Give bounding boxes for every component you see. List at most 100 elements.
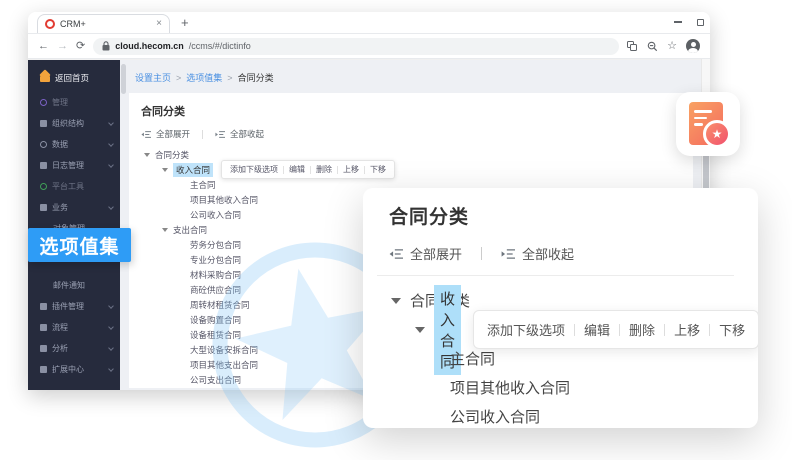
- sidebar-item-plugin-management[interactable]: 插件管理: [28, 296, 120, 317]
- tree-node[interactable]: 公司收入合同: [389, 402, 758, 428]
- tab-bar: CRM+ × +: [28, 12, 710, 34]
- sidebar-item-platform-tools[interactable]: 平台工具: [28, 176, 120, 197]
- sidebar-item-data[interactable]: 数据: [28, 134, 120, 155]
- tree-node-selected[interactable]: 收入合同 添加下级选项 编辑 删除 上移 下移: [141, 162, 681, 177]
- sidebar-item-label: 管理: [52, 97, 68, 108]
- sidebar-item-label: 数据: [52, 139, 68, 150]
- tree-node-label: 公司收入合同: [450, 406, 540, 427]
- profile-avatar[interactable]: [686, 39, 700, 53]
- tree-node-label: 项目其他收入合同: [450, 377, 570, 398]
- sidebar-item-label: 扩展中心: [52, 364, 84, 375]
- tree-toolbar: 全部展开 全部收起: [141, 128, 681, 140]
- tree-node-label: 设备购置合同: [190, 314, 241, 326]
- action-move-up[interactable]: 上移: [343, 164, 359, 175]
- tree-node-label: 设备租赁合同: [190, 329, 241, 341]
- node-action-menu: 添加下级选项 编辑 删除 上移 下移: [473, 310, 758, 349]
- chevron-down-icon: [108, 204, 114, 210]
- sidebar-item-business[interactable]: 业务: [28, 197, 120, 218]
- workflow-icon: [40, 324, 47, 331]
- business-icon: [40, 204, 47, 211]
- collapse-all-button[interactable]: 全部收起: [230, 128, 264, 140]
- chevron-down-icon: [108, 303, 114, 309]
- action-move-up[interactable]: 上移: [674, 320, 700, 339]
- action-delete[interactable]: 删除: [629, 320, 655, 339]
- action-divider: [283, 166, 284, 174]
- tree-node-label: 大型设备安拆合同: [190, 344, 258, 356]
- star-glyph: ★: [712, 128, 723, 140]
- sidebar-item-admin[interactable]: 管理: [28, 92, 120, 113]
- sidebar-item-mail-notification[interactable]: 邮件通知: [28, 275, 120, 296]
- sidebar-item-analysis[interactable]: 分析: [28, 338, 120, 359]
- tree-node-label: 专业分包合同: [190, 254, 241, 266]
- sidebar-item-workflow[interactable]: 流程: [28, 317, 120, 338]
- toolbar-divider: [202, 130, 203, 139]
- tab-close-icon[interactable]: ×: [156, 19, 162, 29]
- translate-icon[interactable]: [627, 41, 638, 52]
- panel-title: 合同分类: [389, 202, 758, 229]
- tree-node[interactable]: 项目其他收入合同: [389, 373, 758, 402]
- sidebar-item-label: 平台工具: [52, 181, 84, 192]
- dict-feature-badge: ★: [676, 92, 740, 156]
- caret-down-icon: [162, 228, 168, 232]
- panel-toolbar: 全部展开 全部收起: [389, 244, 758, 263]
- panel-tree: 合同分类 收入合同 添加下级选项 编辑 删除 上移 下移 主合同 项目其他收入合…: [389, 286, 758, 428]
- action-divider: [619, 324, 620, 336]
- sidebar-item-home[interactable]: 返回首页: [28, 65, 120, 90]
- chevron-down-icon: [108, 162, 114, 168]
- action-add-child[interactable]: 添加下级选项: [230, 164, 278, 175]
- url-field[interactable]: cloud.hecom.cn /ccms/#/dictinfo: [93, 38, 619, 55]
- action-divider: [310, 166, 311, 174]
- action-edit[interactable]: 编辑: [584, 320, 610, 339]
- breadcrumb-home-link[interactable]: 设置主页: [135, 71, 171, 84]
- expand-all-icon: [141, 130, 151, 139]
- new-tab-button[interactable]: +: [181, 15, 189, 33]
- action-add-child[interactable]: 添加下级选项: [487, 320, 565, 339]
- chevron-down-icon: [108, 141, 114, 147]
- tab-title: CRM+: [60, 19, 151, 29]
- tree-node-label: 主合同: [450, 348, 495, 369]
- expand-all-button[interactable]: 全部展开: [156, 128, 190, 140]
- org-structure-icon: [40, 120, 47, 127]
- caret-down-icon: [162, 168, 168, 172]
- expand-all-icon: [389, 248, 403, 260]
- window-controls: [674, 15, 704, 29]
- browser-tab[interactable]: CRM+ ×: [37, 14, 170, 33]
- minimize-icon[interactable]: [674, 21, 682, 23]
- tree-node-label: 材料采购合同: [190, 269, 241, 281]
- caret-down-icon: [391, 298, 401, 304]
- tree-node-label: 收入合同: [173, 163, 213, 177]
- action-delete[interactable]: 删除: [316, 164, 332, 175]
- tree-node-label: 公司收入合同: [190, 209, 241, 221]
- bookmark-star-icon[interactable]: ☆: [667, 41, 677, 52]
- zoom-callout-panel: 合同分类 全部展开 全部收起 合同分类 收入合同 添加下级选项 编辑 删除 上移: [363, 188, 758, 428]
- restore-icon[interactable]: [697, 19, 704, 26]
- breadcrumb-separator: >: [176, 73, 181, 83]
- sidebar-item-label: 插件管理: [52, 301, 84, 312]
- content-scrollbar-thumb[interactable]: [121, 64, 126, 94]
- sidebar-item-label: 返回首页: [55, 72, 89, 84]
- expand-all-button[interactable]: 全部展开: [410, 244, 462, 263]
- sidebar-item-log-management[interactable]: 日志管理: [28, 155, 120, 176]
- action-edit[interactable]: 编辑: [289, 164, 305, 175]
- url-path: /ccms/#/dictinfo: [189, 41, 251, 51]
- zoom-icon[interactable]: [647, 41, 658, 52]
- admin-icon: [40, 99, 47, 106]
- sidebar-item-extension-center[interactable]: 扩展中心: [28, 359, 120, 380]
- sidebar-item-org-structure[interactable]: 组织结构: [28, 113, 120, 134]
- action-move-down[interactable]: 下移: [719, 320, 745, 339]
- action-move-down[interactable]: 下移: [370, 164, 386, 175]
- sidebar-item-label: 业务: [52, 202, 68, 213]
- back-icon[interactable]: ←: [38, 41, 49, 52]
- forward-icon[interactable]: →: [57, 41, 68, 52]
- action-divider: [337, 166, 338, 174]
- analysis-icon: [40, 345, 47, 352]
- collapse-all-icon: [215, 130, 225, 139]
- dict-callout-badge: 选项值集: [28, 228, 131, 262]
- sidebar-item-label: 日志管理: [52, 160, 84, 171]
- collapse-all-button[interactable]: 全部收起: [522, 244, 574, 263]
- tree-node-selected[interactable]: 收入合同 添加下级选项 编辑 删除 上移 下移: [389, 315, 758, 344]
- action-divider: [664, 324, 665, 336]
- breadcrumb-dict-link[interactable]: 选项值集: [186, 71, 222, 84]
- collapse-all-icon: [501, 248, 515, 260]
- reload-icon[interactable]: ⟳: [76, 41, 85, 52]
